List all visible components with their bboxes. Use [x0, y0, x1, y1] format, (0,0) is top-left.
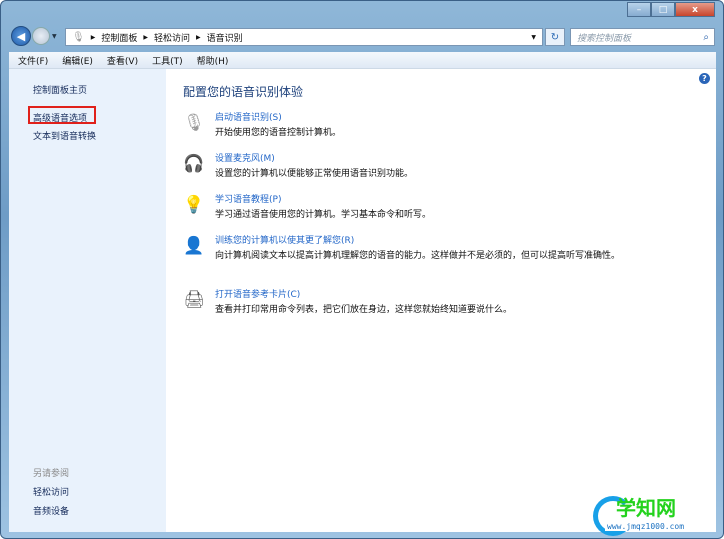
window-controls: – □ x: [627, 2, 715, 17]
task-description: 开始使用您的语音控制计算机。: [215, 128, 342, 138]
sidebar-item-text-to-speech[interactable]: 文本到语音转换: [33, 129, 96, 142]
sidebar: 控制面板主页 高级语音选项 文本到语音转换 另请参阅 轻松访问 音频设备: [9, 69, 166, 532]
sidebar-item-ease-of-access[interactable]: 轻松访问: [33, 485, 69, 498]
breadcrumb-control-panel[interactable]: 控制面板: [101, 31, 137, 44]
lightbulb-icon: 💡: [183, 195, 205, 215]
menu-tools[interactable]: 工具(T): [152, 54, 183, 67]
maximize-button[interactable]: □: [651, 2, 675, 17]
forward-button[interactable]: [32, 27, 50, 45]
close-button[interactable]: x: [675, 2, 715, 17]
content-area: 控制面板主页 高级语音选项 文本到语音转换 另请参阅 轻松访问 音频设备 ? 配…: [9, 68, 716, 532]
minimize-button[interactable]: –: [627, 2, 651, 17]
breadcrumb-ease-of-access[interactable]: 轻松访问: [154, 31, 190, 44]
search-input[interactable]: 搜索控制面板 ⌕: [570, 28, 715, 46]
printer-icon: 🖨: [183, 290, 205, 310]
microphone-icon: 🎙: [72, 31, 85, 43]
menu-bar: 文件(F) 编辑(E) 查看(V) 工具(T) 帮助(H): [9, 52, 716, 68]
chevron-right-icon[interactable]: ▶: [143, 34, 148, 41]
task-description: 学习通过语音使用您的计算机。学习基本命令和听写。: [215, 210, 432, 220]
link-speech-tutorial[interactable]: 学习语音教程(P): [215, 192, 281, 205]
task-description: 向计算机阅读文本以提高计算机理解您的语音的能力。这样做并不是必须的，但可以提高听…: [215, 251, 621, 261]
sidebar-item-audio-devices[interactable]: 音频设备: [33, 504, 69, 517]
address-dropdown-icon[interactable]: ▼: [531, 34, 536, 41]
menu-file[interactable]: 文件(F): [18, 54, 48, 67]
help-icon[interactable]: ?: [699, 73, 710, 84]
watermark-title: 学知网: [616, 496, 676, 520]
see-also-label: 另请参阅: [33, 469, 70, 479]
task-description: 查看并打印常用命令列表，把它们放在身边，这样您就始终知道要说什么。: [215, 305, 513, 315]
task-description: 设置您的计算机以便能够正常使用语音识别功能。: [215, 169, 414, 179]
refresh-button[interactable]: ↻: [545, 28, 565, 46]
main-panel: ? 配置您的语音识别体验 🎙 启动语音识别(S) 开始使用您的语音控制计算机。 …: [166, 69, 716, 532]
breadcrumb-speech-recognition[interactable]: 语音识别: [207, 31, 243, 44]
sidebar-item-control-panel-home[interactable]: 控制面板主页: [33, 83, 87, 96]
user-icon: 👤: [183, 236, 205, 256]
recent-pages-dropdown-icon[interactable]: ▼: [52, 33, 57, 40]
watermark-url: www.jmqz1000.com: [605, 522, 687, 531]
search-icon[interactable]: ⌕: [703, 32, 709, 43]
link-reference-card[interactable]: 打开语音参考卡片(C): [215, 287, 300, 300]
menu-edit[interactable]: 编辑(E): [62, 54, 93, 67]
address-bar[interactable]: 🎙 ▶ 控制面板 ▶ 轻松访问 ▶ 语音识别 ▼: [65, 28, 543, 46]
menu-help[interactable]: 帮助(H): [197, 54, 229, 67]
page-title: 配置您的语音识别体验: [183, 85, 304, 99]
navigation-buttons: ◀ ▼: [11, 26, 57, 46]
back-button[interactable]: ◀: [11, 26, 31, 46]
headset-icon: 🎧: [183, 154, 205, 174]
link-start-speech-recognition[interactable]: 启动语音识别(S): [215, 110, 282, 123]
window-frame: – □ x ◀ ▼ 🎙 ▶ 控制面板 ▶ 轻松访问 ▶ 语音识别 ▼ ↻ 搜索控…: [0, 0, 724, 539]
menu-view[interactable]: 查看(V): [107, 54, 138, 67]
chevron-right-icon[interactable]: ▶: [91, 34, 96, 41]
search-placeholder: 搜索控制面板: [577, 33, 632, 44]
sidebar-item-advanced-speech-options[interactable]: 高级语音选项: [33, 111, 87, 124]
watermark-logo: 学知网 www.jmqz1000.com: [593, 490, 723, 539]
link-train-computer[interactable]: 训练您的计算机以使其更了解您(R): [215, 233, 354, 246]
arrow-left-icon: ◀: [16, 29, 26, 43]
chevron-right-icon[interactable]: ▶: [196, 34, 201, 41]
link-setup-microphone[interactable]: 设置麦克风(M): [215, 151, 275, 164]
microphone-icon: 🎙: [183, 113, 205, 133]
refresh-icon: ↻: [550, 31, 560, 43]
